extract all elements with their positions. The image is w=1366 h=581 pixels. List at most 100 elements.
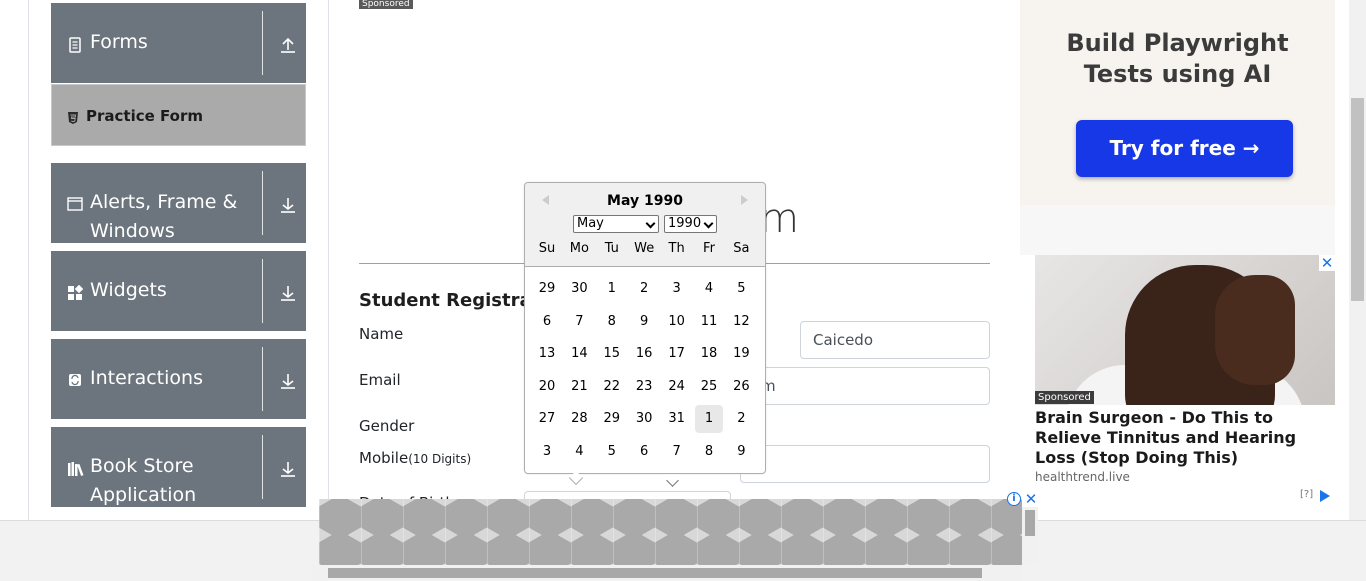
- scrollbar-thumb[interactable]: [1025, 510, 1035, 536]
- page-scrollbar-thumb[interactable]: [1351, 98, 1364, 301]
- weekday-label: We: [634, 241, 655, 256]
- calendar-day[interactable]: 4: [695, 275, 723, 303]
- sidebar-group-forms[interactable]: Forms: [51, 3, 306, 83]
- calendar-day[interactable]: 12: [727, 308, 755, 336]
- calendar-day[interactable]: 3: [663, 275, 691, 303]
- scrollbar-thumb[interactable]: [328, 568, 982, 578]
- window-icon: [67, 197, 83, 213]
- calendar-day[interactable]: 9: [727, 438, 755, 466]
- html5-icon: [67, 109, 79, 124]
- calendar-day[interactable]: 24: [663, 373, 691, 401]
- books-icon: [67, 461, 84, 477]
- next-month-icon[interactable]: [741, 195, 748, 205]
- calendar-day[interactable]: 25: [695, 373, 723, 401]
- calendar-day[interactable]: 21: [565, 373, 593, 401]
- calendar-day[interactable]: 26: [727, 373, 755, 401]
- sidebar-item-practice-form[interactable]: Practice Form: [51, 84, 306, 146]
- calendar-day[interactable]: 2: [727, 405, 755, 433]
- calendar-day[interactable]: 1: [598, 275, 626, 303]
- expand-arrow-icon[interactable]: [278, 283, 298, 303]
- expand-arrow-icon[interactable]: [278, 195, 298, 215]
- calendar-day[interactable]: 27: [533, 405, 561, 433]
- page: Forms Practice Form Alerts, Frame & Wind…: [0, 0, 1366, 581]
- weekday-label: Su: [538, 241, 556, 256]
- calendar-day[interactable]: 7: [663, 438, 691, 466]
- ad-vertical-scrollbar[interactable]: [1022, 507, 1038, 565]
- calendar-day[interactable]: 16: [630, 340, 658, 368]
- ad-image-hand: [1215, 275, 1295, 385]
- sponsored-badge: Sponsored: [359, 0, 413, 9]
- sidebar-group-label-line2: Application: [90, 484, 197, 506]
- sidebar-group-interactions[interactable]: Interactions: [51, 339, 306, 419]
- expand-arrow-icon[interactable]: [278, 459, 298, 479]
- expand-arrow-icon[interactable]: [278, 371, 298, 391]
- interactions-icon: [67, 373, 83, 389]
- ad-horizontal-scrollbar[interactable]: [312, 565, 1022, 581]
- widgets-icon: [67, 284, 84, 301]
- weekday-label: Fr: [703, 241, 715, 256]
- calendar-day[interactable]: 8: [695, 438, 723, 466]
- divider: [262, 435, 263, 499]
- sidebar-group-label: Book Store: [90, 455, 194, 477]
- calendar-day[interactable]: 4: [565, 438, 593, 466]
- calendar-day[interactable]: 23: [630, 373, 658, 401]
- calendar-day[interactable]: 7: [565, 308, 593, 336]
- calendar-day[interactable]: 18: [695, 340, 723, 368]
- email-input[interactable]: m: [740, 367, 990, 405]
- calendar-day[interactable]: 8: [598, 308, 626, 336]
- calendar-day[interactable]: 15: [598, 340, 626, 368]
- calendar-day[interactable]: 28: [565, 405, 593, 433]
- calendar-day[interactable]: 17: [663, 340, 691, 368]
- chevron-down-icon: [645, 218, 656, 229]
- calendar-day[interactable]: 3: [533, 438, 561, 466]
- calendar-day[interactable]: 30: [630, 405, 658, 433]
- month-select[interactable]: May: [573, 215, 659, 233]
- close-icon[interactable]: ✕: [1319, 255, 1335, 271]
- mobile-input[interactable]: [740, 445, 990, 483]
- try-for-free-button[interactable]: Try for free →: [1076, 120, 1293, 177]
- calendar-day[interactable]: 9: [630, 308, 658, 336]
- adchoices-icon[interactable]: [1320, 490, 1330, 502]
- calendar-day[interactable]: 31: [663, 405, 691, 433]
- sidebar-group-label: Forms: [90, 31, 148, 53]
- calendar-day[interactable]: 11: [695, 308, 723, 336]
- sidebar-item-label: Practice Form: [86, 107, 203, 125]
- sidebar-group-label: Alerts, Frame &: [90, 191, 238, 213]
- calendar-day[interactable]: 29: [533, 275, 561, 303]
- calendar-day[interactable]: 5: [727, 275, 755, 303]
- current-month: May 1990: [607, 193, 683, 209]
- ad-info-link[interactable]: [?]: [1300, 489, 1313, 500]
- calendar-day[interactable]: 5: [598, 438, 626, 466]
- year-select[interactable]: 1990: [664, 215, 717, 233]
- weekday-label: Sa: [733, 241, 750, 256]
- calendar-day[interactable]: 22: [598, 373, 626, 401]
- ad-headline[interactable]: Brain Surgeon - Do This to Relieve Tinni…: [1035, 408, 1335, 468]
- chevron-down-icon: [703, 218, 714, 229]
- month-select-value: May: [577, 216, 604, 231]
- calendar-day[interactable]: 13: [533, 340, 561, 368]
- calendar-day[interactable]: 14: [565, 340, 593, 368]
- calendar-day[interactable]: 2: [630, 275, 658, 303]
- calendar-day[interactable]: 6: [533, 308, 561, 336]
- calendar-day[interactable]: 1: [695, 405, 723, 433]
- close-icon[interactable]: ✕: [1023, 491, 1039, 507]
- sidebar-group-label: Widgets: [90, 279, 167, 301]
- bottom-ad-banner[interactable]: [319, 499, 1022, 565]
- ad-image[interactable]: [1035, 255, 1335, 405]
- ad-banner-top[interactable]: Build Playwright Tests using AI Try for …: [1020, 0, 1335, 205]
- calendar-day[interactable]: 29: [598, 405, 626, 433]
- calendar-day[interactable]: 20: [533, 373, 561, 401]
- collapse-arrow-icon[interactable]: [278, 35, 298, 55]
- calendar-day[interactable]: 19: [727, 340, 755, 368]
- weekday-label: Mo: [569, 241, 589, 256]
- calendar-day[interactable]: 10: [663, 308, 691, 336]
- sidebar-group-book-store[interactable]: Book Store Application: [51, 427, 306, 507]
- sidebar-group-widgets[interactable]: Widgets: [51, 251, 306, 331]
- last-name-input[interactable]: Caicedo: [800, 321, 990, 359]
- sidebar-group-alerts[interactable]: Alerts, Frame & Windows: [51, 163, 306, 243]
- ad-domain[interactable]: healthtrend.live: [1035, 470, 1130, 484]
- calendar-day[interactable]: 6: [630, 438, 658, 466]
- ad-headline-line1: Build Playwright: [1066, 29, 1289, 57]
- info-icon[interactable]: i: [1007, 492, 1021, 506]
- calendar-day[interactable]: 30: [565, 275, 593, 303]
